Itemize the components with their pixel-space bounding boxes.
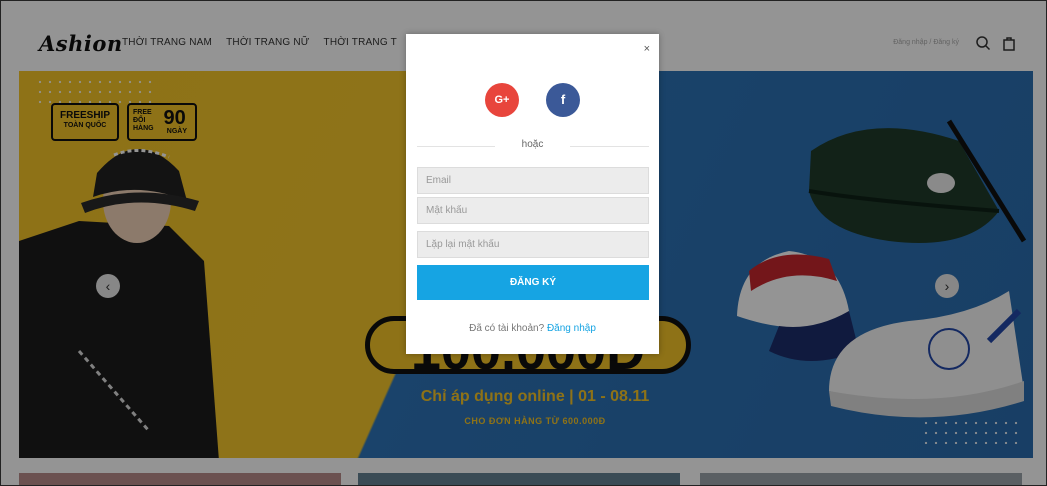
or-label: hoặc xyxy=(521,139,544,150)
login-prompt: Đã có tài khoản? Đăng nhập xyxy=(406,323,659,334)
register-button[interactable]: ĐĂNG KÝ xyxy=(417,265,649,300)
category-thumbnails xyxy=(19,473,1033,485)
page-frame: Ashion THỜI TRANG NAM THỜI TRANG NỮ THỜI… xyxy=(0,0,1047,486)
google-plus-login-button[interactable]: G+ xyxy=(485,83,519,117)
email-input[interactable] xyxy=(417,167,649,194)
have-account-text: Đã có tài khoản? xyxy=(469,323,545,334)
thumbnail[interactable] xyxy=(19,473,341,485)
thumbnail[interactable] xyxy=(358,473,680,485)
thumbnail[interactable] xyxy=(700,473,1022,485)
register-modal: × G+ f hoặc ĐĂNG KÝ Đã có tài khoản? Đăn… xyxy=(406,34,659,354)
repeat-password-input[interactable] xyxy=(417,231,649,258)
close-icon[interactable]: × xyxy=(644,43,650,55)
login-link[interactable]: Đăng nhập xyxy=(547,323,596,334)
facebook-login-button[interactable]: f xyxy=(546,83,580,117)
password-input[interactable] xyxy=(417,197,649,224)
